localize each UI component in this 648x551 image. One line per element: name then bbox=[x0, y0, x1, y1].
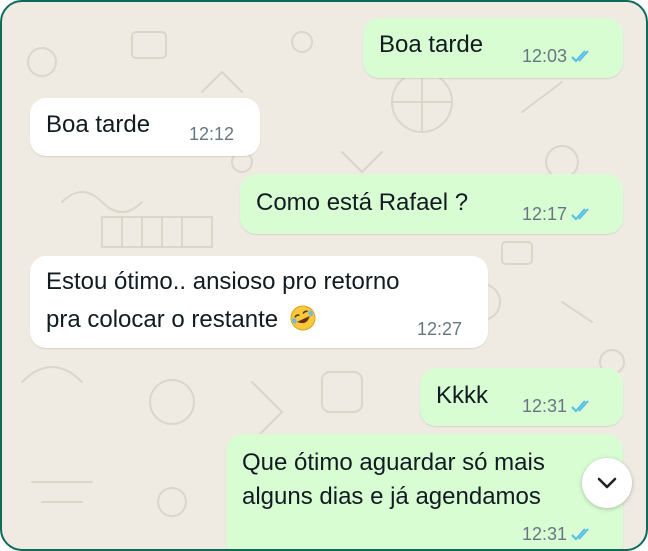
message-meta: 12:12 bbox=[189, 124, 234, 144]
message-text-line-1: Que ótimo aguardar só mais bbox=[242, 449, 545, 476]
message-time: 12:27 bbox=[417, 319, 463, 339]
rolling-on-floor-laughing-emoji bbox=[290, 305, 316, 331]
double-check-icon bbox=[571, 208, 589, 221]
double-check-icon bbox=[571, 50, 589, 63]
message-bubble-outgoing[interactable]: Como está Rafael ? 12:17 bbox=[240, 174, 623, 234]
message-text: Boa tarde bbox=[46, 111, 151, 138]
message-bubble-outgoing[interactable]: Kkkk 12:31 bbox=[420, 368, 623, 426]
message-bubble-outgoing[interactable]: Que ótimo aguardar só mais alguns dias e… bbox=[226, 434, 623, 549]
message-text: Kkkk bbox=[436, 382, 489, 409]
double-check-icon bbox=[571, 400, 589, 413]
message-meta: 12:03 bbox=[522, 46, 593, 66]
message-text-line-2: pra colocar o restante bbox=[46, 303, 317, 337]
message-meta: 12:31 bbox=[522, 524, 593, 544]
message-time: 12:03 bbox=[522, 46, 568, 66]
message-text-line-2: alguns dias e já agendamos bbox=[242, 483, 541, 510]
message-bubble-outgoing[interactable]: Boa tarde 12:03 bbox=[363, 18, 623, 78]
message-bubble-incoming[interactable]: Boa tarde 12:12 bbox=[30, 98, 260, 156]
message-time: 12:31 bbox=[522, 396, 568, 416]
chat-window: Boa tarde 12:03 Boa tarde 12:12 Como est… bbox=[0, 0, 648, 551]
message-meta: 12:27 bbox=[417, 319, 462, 339]
message-text-line-1: Estou ótimo.. ansioso pro retorno bbox=[46, 268, 400, 295]
message-bubble-incoming[interactable]: Estou ótimo.. ansioso pro retorno pra co… bbox=[30, 256, 488, 348]
scroll-to-bottom-button[interactable] bbox=[582, 458, 632, 508]
message-time: 12:12 bbox=[189, 124, 235, 144]
message-meta: 12:17 bbox=[522, 204, 593, 224]
message-text: Boa tarde bbox=[379, 31, 484, 58]
chevron-down-icon bbox=[597, 477, 617, 489]
double-check-icon bbox=[571, 528, 589, 541]
message-time: 12:17 bbox=[522, 204, 568, 224]
message-meta: 12:31 bbox=[522, 396, 593, 416]
message-text: Como está Rafael ? bbox=[256, 189, 469, 216]
message-time: 12:31 bbox=[522, 524, 568, 544]
